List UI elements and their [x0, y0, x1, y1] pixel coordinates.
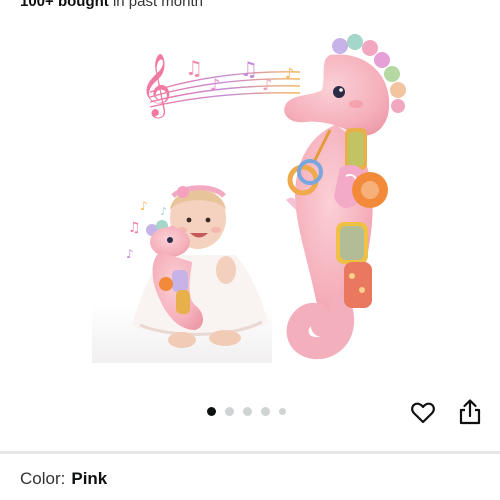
music-notes-decoration: 𝄞 ♫ ♪ ♫ ♪ ♪: [140, 53, 301, 119]
svg-text:♪: ♪: [210, 75, 220, 94]
svg-text:♪: ♪: [285, 66, 294, 82]
svg-text:♫: ♫: [240, 57, 258, 81]
svg-text:♪: ♪: [160, 205, 167, 218]
carousel-dot-1[interactable]: [207, 406, 216, 416]
svg-text:♫: ♫: [128, 220, 141, 236]
color-label: Color:: [20, 469, 66, 488]
carousel-dot-5[interactable]: [279, 407, 286, 415]
svg-text:♪: ♪: [126, 247, 134, 261]
svg-text:♪: ♪: [140, 199, 148, 213]
heart-icon: [411, 402, 435, 424]
baby-with-toy: ♫ ♪ ♪ ♪: [126, 185, 268, 348]
bought-suffix: in past month: [112, 0, 203, 10]
color-selection: Color: Pink: [20, 468, 107, 490]
share-button[interactable]: [457, 398, 483, 426]
section-divider: [0, 451, 500, 454]
carousel-dot-3[interactable]: [243, 406, 252, 416]
share-icon: [459, 399, 481, 425]
seahorse-plush-large: [284, 34, 406, 360]
bought-count: 100+ bought: [20, 0, 109, 10]
svg-text:𝄞: 𝄞: [140, 53, 172, 119]
svg-text:♪: ♪: [262, 75, 272, 94]
color-value: Pink: [71, 469, 108, 488]
bought-in-past-month: 100+ bought in past month: [20, 0, 203, 11]
svg-text:♫: ♫: [185, 56, 203, 80]
carousel-dot-2[interactable]: [225, 406, 234, 416]
product-image[interactable]: 𝄞 ♫ ♪ ♫ ♪ ♪ ♫ ♪ ♪ ♪: [0, 20, 500, 400]
carousel-dot-4[interactable]: [261, 406, 270, 416]
add-to-list-button[interactable]: [410, 400, 436, 426]
image-carousel-dots[interactable]: [207, 403, 286, 419]
